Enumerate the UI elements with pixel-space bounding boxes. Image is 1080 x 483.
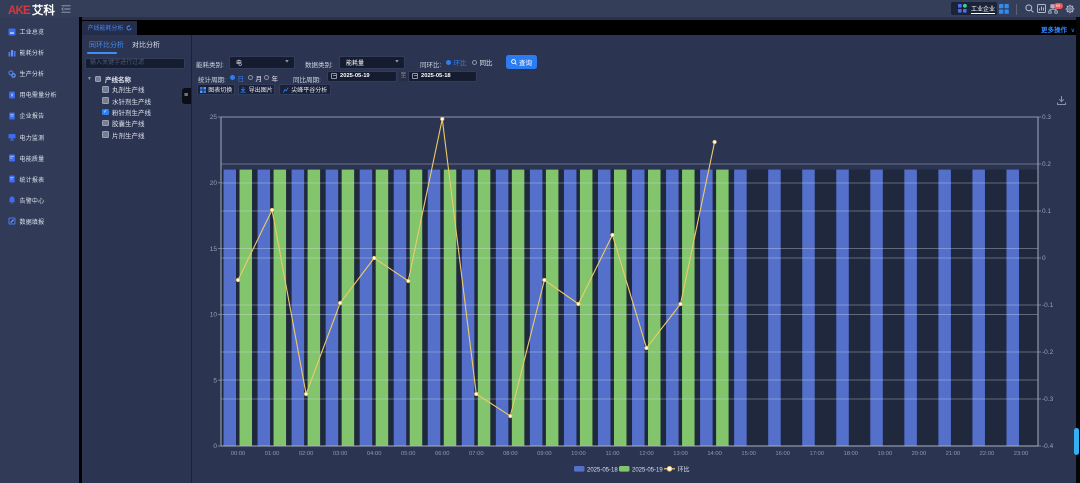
svg-text:01:00: 01:00: [265, 451, 280, 457]
svg-text:15:00: 15:00: [741, 451, 756, 457]
svg-text:04:00: 04:00: [367, 451, 382, 457]
svg-text:19:00: 19:00: [878, 451, 893, 457]
svg-text:11:00: 11:00: [605, 451, 619, 457]
svg-text:21:00: 21:00: [946, 451, 961, 457]
svg-text:14:00: 14:00: [707, 451, 722, 457]
svg-text:2025-05-18: 2025-05-18: [587, 467, 618, 473]
svg-text:17:00: 17:00: [809, 451, 824, 457]
svg-text:0: 0: [1042, 255, 1046, 262]
svg-text:10: 10: [210, 312, 218, 319]
svg-text:-0.1: -0.1: [1042, 302, 1054, 309]
svg-text:16:00: 16:00: [775, 451, 790, 457]
svg-text:2025-05-19: 2025-05-19: [632, 467, 663, 473]
svg-text:22:00: 22:00: [980, 451, 995, 457]
svg-text:20:00: 20:00: [912, 451, 927, 457]
svg-text:10:00: 10:00: [571, 451, 586, 457]
svg-text:03:00: 03:00: [333, 451, 348, 457]
svg-text:13:00: 13:00: [673, 451, 688, 457]
svg-text:-0.2: -0.2: [1042, 349, 1054, 356]
svg-text:20: 20: [210, 180, 218, 187]
svg-text:00:00: 00:00: [231, 451, 246, 457]
svg-text:0: 0: [213, 443, 217, 450]
svg-text:23:00: 23:00: [1014, 451, 1029, 457]
svg-text:25: 25: [210, 114, 218, 121]
svg-text:15: 15: [210, 246, 218, 253]
svg-text:0.1: 0.1: [1042, 208, 1051, 215]
svg-text:-0.4: -0.4: [1042, 443, 1054, 450]
svg-text:02:00: 02:00: [299, 451, 314, 457]
svg-text:5: 5: [213, 377, 217, 384]
svg-text:08:00: 08:00: [503, 451, 518, 457]
svg-text:环比: 环比: [678, 465, 690, 473]
svg-text:18:00: 18:00: [844, 451, 859, 457]
svg-text:-0.3: -0.3: [1042, 396, 1054, 403]
svg-text:0.2: 0.2: [1042, 161, 1051, 168]
svg-text:09:00: 09:00: [537, 451, 552, 457]
svg-text:06:00: 06:00: [435, 451, 450, 457]
svg-text:07:00: 07:00: [469, 451, 484, 457]
svg-text:12:00: 12:00: [639, 451, 654, 457]
svg-text:0.3: 0.3: [1042, 114, 1051, 121]
svg-text:05:00: 05:00: [401, 451, 416, 457]
